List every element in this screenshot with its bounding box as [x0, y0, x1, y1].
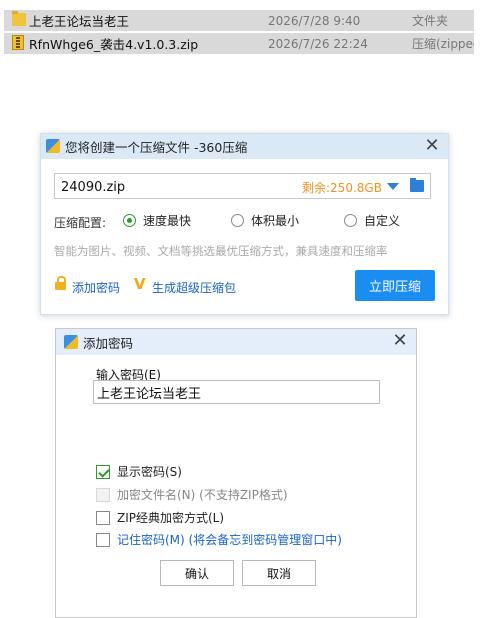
compress-hint: 智能为图片、视频、文档等挑选最优压缩方式，兼具速度和压缩率	[54, 244, 388, 258]
free-space-label: 剩余:250.8GB	[302, 181, 382, 195]
password-dialog: 添加密码 ✕ 输入密码(E) 显示密码(S) 加密文件名(N) (不支持ZIP格…	[55, 328, 417, 618]
show-password-checkbox[interactable]: 显示密码(S)	[96, 463, 182, 480]
folder-icon	[12, 11, 26, 26]
file-name: 上老王论坛当老王	[29, 14, 130, 29]
ok-button[interactable]: 确认	[160, 560, 234, 586]
app-360-icon	[46, 139, 60, 153]
checkbox-label: ZIP经典加密方式(L)	[117, 511, 225, 525]
checkbox-box	[96, 487, 110, 502]
app-360-icon	[64, 335, 78, 349]
file-row-zip[interactable]: RfnWhge6_袭击4.v1.0.3.zip 2026/7/26 22:24 …	[4, 33, 474, 54]
remember-password-checkbox[interactable]: 记住密码(M) (将会备忘到密码管理窗口中)	[96, 531, 342, 548]
radio-fastest[interactable]: 速度最快	[123, 212, 191, 229]
password-input[interactable]	[93, 380, 380, 404]
browse-folder-icon[interactable]	[410, 178, 424, 192]
dialog-title: 添加密码	[83, 335, 134, 351]
super-package-link[interactable]: 生成超级压缩包	[152, 279, 236, 296]
chevron-down-icon[interactable]	[387, 183, 399, 190]
archive-name-input[interactable]	[59, 177, 283, 197]
encrypt-filenames-checkbox[interactable]: 加密文件名(N) (不支持ZIP格式)	[96, 486, 288, 503]
checkbox-box	[96, 510, 110, 525]
compress-now-button[interactable]: 立即压缩	[355, 270, 435, 301]
file-row-folder[interactable]: 上老王论坛当老王 2026/7/28 9:40 文件夹	[4, 10, 474, 31]
checkbox-box	[96, 532, 110, 547]
radio-label: 自定义	[364, 214, 401, 228]
cancel-button[interactable]: 取消	[242, 560, 316, 586]
file-type: 文件夹	[412, 14, 449, 28]
checkbox-label: 显示密码(S)	[117, 465, 182, 479]
lock-icon	[55, 276, 66, 290]
radio-smallest[interactable]: 体积最小	[231, 212, 299, 229]
close-icon[interactable]: ✕	[424, 137, 440, 155]
radio-circle	[231, 214, 244, 227]
vip-v-icon: V	[134, 275, 146, 293]
file-type: 压缩(zipped)	[412, 37, 474, 51]
checkbox-label: 记住密码(M) (将会备忘到密码管理窗口中)	[117, 533, 342, 547]
zip-classic-checkbox[interactable]: ZIP经典加密方式(L)	[96, 509, 224, 526]
file-date: 2026/7/26 22:24	[268, 36, 368, 51]
file-name: RfnWhge6_袭击4.v1.0.3.zip	[29, 37, 199, 52]
checkbox-label: 加密文件名(N) (不支持ZIP格式)	[117, 488, 288, 502]
radio-circle	[123, 214, 136, 227]
checkbox-box	[96, 464, 110, 479]
config-label: 压缩配置:	[54, 216, 107, 230]
radio-circle	[344, 214, 357, 227]
file-date: 2026/7/28 9:40	[268, 13, 361, 28]
compress-dialog: 您将创建一个压缩文件 -360压缩 ✕ 剩余:250.8GB 压缩配置: 速度最…	[40, 133, 449, 315]
add-password-link[interactable]: 添加密码	[72, 279, 120, 296]
compress-dialog-titlebar[interactable]: 您将创建一个压缩文件 -360压缩 ✕	[41, 134, 448, 159]
zip-icon	[12, 35, 24, 50]
dialog-title: 您将创建一个压缩文件 -360压缩	[65, 140, 248, 155]
radio-label: 体积最小	[251, 214, 300, 228]
radio-custom[interactable]: 自定义	[344, 212, 400, 229]
close-icon[interactable]: ✕	[392, 332, 408, 350]
password-dialog-titlebar[interactable]: 添加密码 ✕	[56, 329, 416, 355]
radio-label: 速度最快	[143, 214, 192, 228]
archive-path-box: 剩余:250.8GB	[54, 173, 431, 199]
